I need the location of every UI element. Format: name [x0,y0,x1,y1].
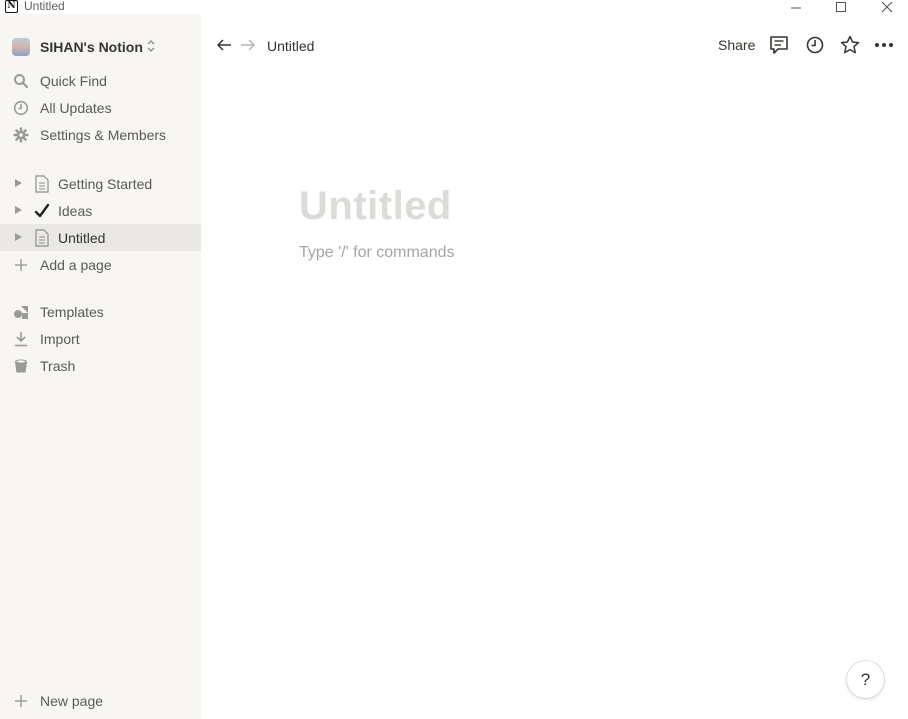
trash-item[interactable]: Trash [0,352,201,379]
page-body-input[interactable]: Type '/' for commands [299,244,455,262]
sidebar-page-getting-started[interactable]: Getting Started [0,170,201,197]
page-icon [35,175,49,193]
maximize-button[interactable] [826,0,856,14]
minimize-icon [791,7,801,9]
workspace-avatar [12,38,30,56]
close-button[interactable] [872,0,902,14]
shapes-icon [14,306,28,319]
page-label: Ideas [58,203,93,219]
minimize-button[interactable] [781,0,811,14]
window-title: Untitled [24,0,65,13]
templates-label: Templates [40,304,104,320]
more-options-icon[interactable] [874,35,894,55]
trash-icon [15,359,27,373]
page-label: Untitled [58,230,106,246]
new-page-button[interactable]: New page [0,687,201,714]
workspace-switcher[interactable]: SIHAN's Notion [0,31,201,59]
sidebar-page-ideas[interactable]: Ideas [0,197,201,224]
settings-members-label: Settings & Members [40,127,167,143]
close-icon [881,1,893,13]
quick-find-label: Quick Find [40,73,107,89]
gear-icon [13,127,29,143]
plus-icon [15,259,27,271]
maximize-icon [836,2,846,12]
settings-members-item[interactable]: Settings & Members [0,121,201,148]
workspace-name: SIHAN's Notion [40,39,143,55]
star-icon[interactable] [840,35,860,55]
page-label: Getting Started [58,176,153,192]
quick-find-item[interactable]: Quick Find [0,67,201,94]
top-bar: Untitled Share [201,31,908,59]
notion-logo-icon: N [5,0,18,13]
add-page-button[interactable]: Add a page [0,251,201,278]
search-icon [14,74,29,89]
import-item[interactable]: Import [0,325,201,352]
main-content: Untitled Share Untitled Type '/' for com… [201,14,908,719]
window-titlebar: N Untitled [0,0,908,14]
new-page-label: New page [40,693,104,709]
comment-icon[interactable] [769,35,789,55]
import-label: Import [40,331,80,347]
forward-arrow-icon[interactable] [239,36,257,54]
history-clock-icon[interactable] [805,35,825,55]
trash-label: Trash [40,358,76,374]
download-icon [15,332,27,347]
expand-triangle-icon[interactable] [15,206,22,214]
sidebar: SIHAN's Notion Quick Find All Updates Se… [0,14,201,719]
back-arrow-icon[interactable] [215,36,233,54]
expand-triangle-icon[interactable] [15,179,22,187]
share-button[interactable]: Share [718,37,755,53]
plus-icon [15,695,27,707]
clock-icon [13,100,29,116]
expand-triangle-icon[interactable] [15,233,22,241]
page-icon [35,229,49,247]
breadcrumb[interactable]: Untitled [267,38,314,54]
add-page-label: Add a page [40,257,112,273]
templates-item[interactable]: Templates [0,298,201,325]
all-updates-item[interactable]: All Updates [0,94,201,121]
help-button[interactable]: ? [847,661,884,698]
page-title-input[interactable]: Untitled [299,184,452,229]
chevron-updown-icon [147,40,155,52]
sidebar-page-untitled[interactable]: Untitled [0,224,201,251]
checkmark-icon [34,203,50,218]
all-updates-label: All Updates [40,100,112,116]
